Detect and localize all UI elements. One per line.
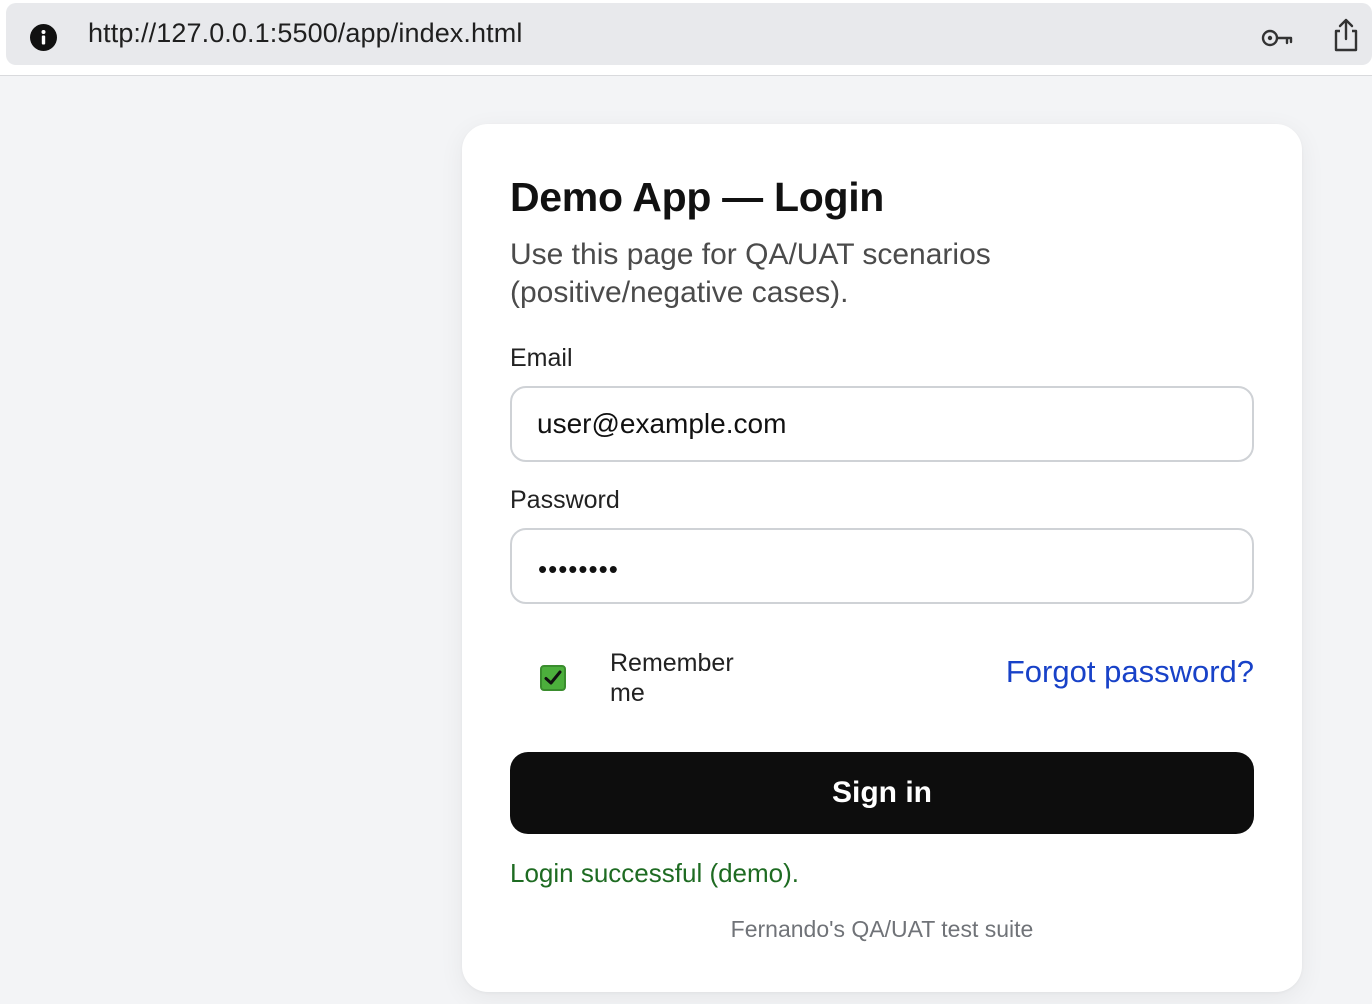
forgot-password-link[interactable]: Forgot password? <box>1006 654 1254 690</box>
login-card: Demo App — Login Use this page for QA/UA… <box>462 124 1302 992</box>
key-icon[interactable] <box>1260 25 1294 51</box>
status-message: Login successful (demo). <box>510 858 800 888</box>
password-masked-value: •••••••• <box>538 554 619 584</box>
password-field[interactable]: •••••••• <box>510 528 1254 604</box>
browser-toolbar: http://127.0.0.1:5500/app/index.html <box>0 0 1372 76</box>
email-field[interactable] <box>510 386 1254 462</box>
remember-me-label[interactable]: Remember me <box>610 648 760 708</box>
footer-text: Fernando's QA/UAT test suite <box>730 916 1034 942</box>
page-title: Demo App — Login <box>510 174 885 220</box>
share-icon[interactable] <box>1331 17 1361 53</box>
remember-me-checkbox[interactable] <box>540 665 566 691</box>
info-icon[interactable] <box>30 24 57 51</box>
address-bar[interactable]: http://127.0.0.1:5500/app/index.html <box>6 3 1372 65</box>
url-text[interactable]: http://127.0.0.1:5500/app/index.html <box>88 18 522 49</box>
sign-in-button[interactable]: Sign in <box>510 752 1254 834</box>
page-subtitle: Use this page for QA/UAT scenarios (posi… <box>510 238 991 309</box>
email-label: Email <box>510 344 573 372</box>
password-label: Password <box>510 486 620 514</box>
check-icon <box>544 670 562 685</box>
